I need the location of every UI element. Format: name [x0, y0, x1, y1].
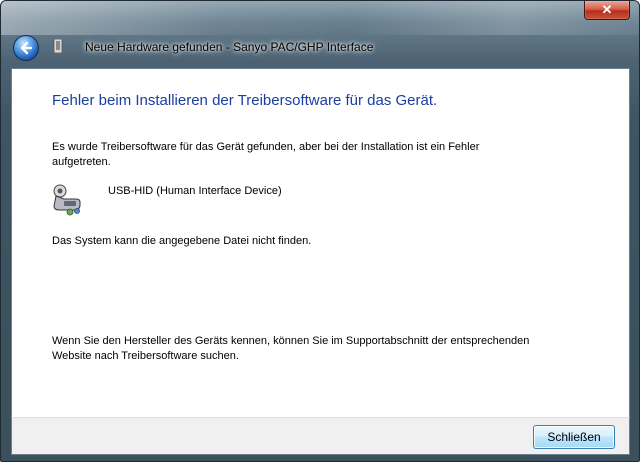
- close-button[interactable]: Schließen: [533, 425, 615, 449]
- window-close-button[interactable]: ✕: [584, 1, 630, 20]
- usb-device-icon: [53, 184, 81, 216]
- back-arrow-icon: [20, 41, 33, 55]
- hint-text: Wenn Sie den Hersteller des Geräts kenne…: [52, 335, 530, 362]
- hardware-icon: [53, 39, 63, 53]
- dialog-window: ✕ Neue Hardware gefunden - Sanyo PAC/GHP…: [0, 0, 640, 462]
- device-name: USB-HID (Human Interface Device): [108, 185, 282, 197]
- back-button[interactable]: [13, 35, 39, 61]
- error-heading: Fehler beim Installieren der Treibersoft…: [52, 92, 438, 109]
- close-icon: ✕: [601, 2, 613, 17]
- error-message: Das System kann die angegebene Datei nic…: [52, 235, 312, 247]
- window-title: Neue Hardware gefunden - Sanyo PAC/GHP I…: [85, 40, 374, 54]
- title-bar: [1, 1, 639, 35]
- dialog-footer: Schließen: [11, 417, 630, 455]
- intro-text: Es wurde Treibersoftware für das Gerät g…: [52, 141, 480, 168]
- dialog-content: Fehler beim Installieren der Treibersoft…: [11, 68, 630, 418]
